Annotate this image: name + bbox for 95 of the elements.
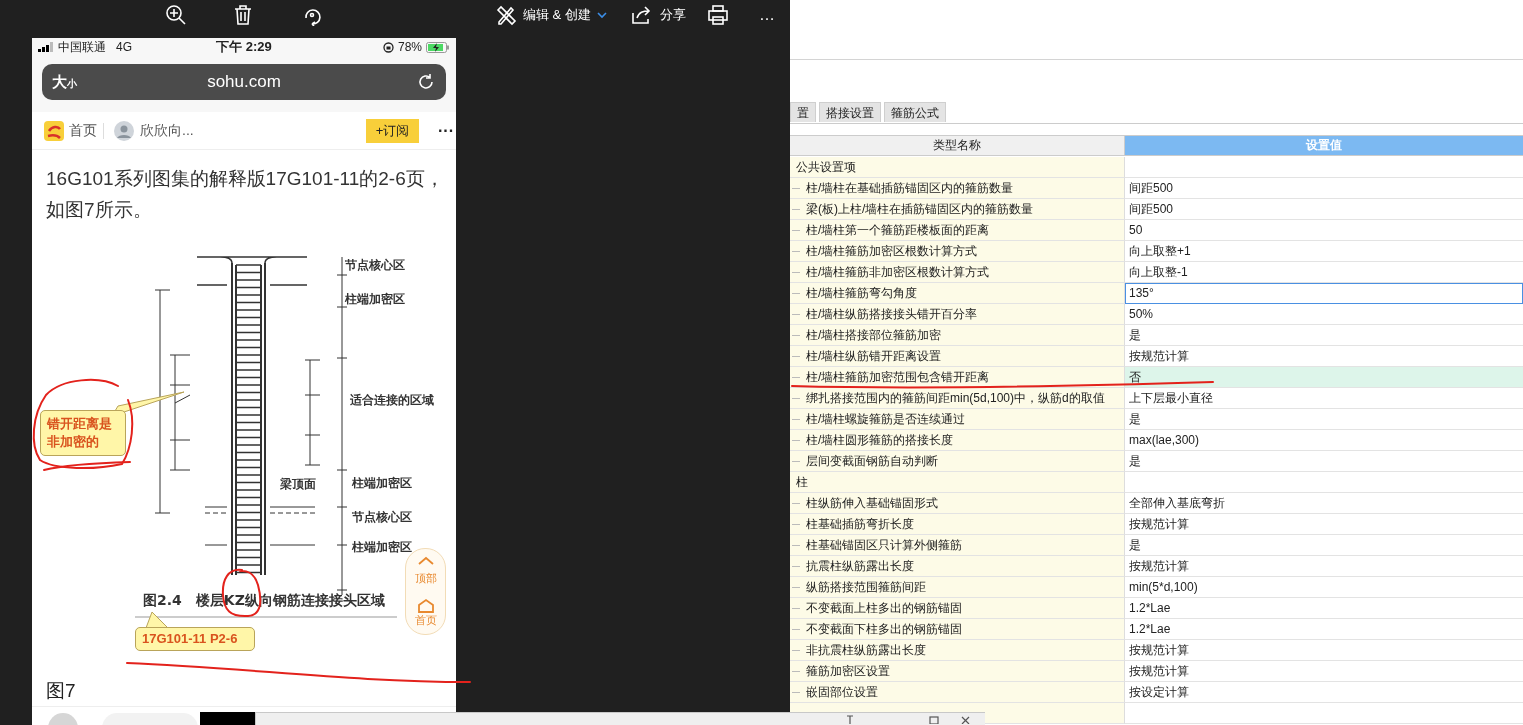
table-cell: 梁(板)上柱/墙柱在插筋锚固区内的箍筋数量 bbox=[790, 199, 1125, 220]
orientation-lock-icon bbox=[382, 41, 394, 53]
table-cell: 不变截面上柱多出的钢筋锚固 bbox=[790, 598, 1125, 619]
figure-label: 柱端加密区 bbox=[352, 475, 412, 492]
battery-percent: 78% bbox=[397, 40, 422, 54]
figure-label: 梁顶面 bbox=[280, 476, 316, 493]
occluding-panel bbox=[200, 712, 255, 725]
table-cell[interactable]: 向上取整+1 bbox=[1125, 241, 1523, 262]
table-cell[interactable]: 是 bbox=[1125, 451, 1523, 472]
table-cell: 柱/墙柱箍筋弯勾角度 bbox=[790, 283, 1125, 304]
table-cell: 柱/墙柱纵筋搭接接头错开百分率 bbox=[790, 304, 1125, 325]
author-name[interactable]: 欣欣向... bbox=[140, 121, 194, 140]
figure-label: 适合连接的区域 bbox=[350, 392, 434, 409]
table-cell[interactable]: 135° bbox=[1125, 283, 1523, 304]
tab[interactable]: 搭接设置 bbox=[819, 102, 881, 122]
maximize-icon[interactable] bbox=[929, 714, 939, 724]
table-cell[interactable]: 是 bbox=[1125, 535, 1523, 556]
table-cell[interactable]: min(5*d,100) bbox=[1125, 577, 1523, 598]
reload-icon[interactable] bbox=[416, 72, 436, 92]
table-cell[interactable]: 是 bbox=[1125, 325, 1523, 346]
table-cell: 柱/墙柱箍筋加密区根数计算方式 bbox=[790, 241, 1125, 262]
signal-icon bbox=[38, 42, 54, 52]
network-type: 4G bbox=[116, 40, 132, 54]
table-cell[interactable]: 按规范计算 bbox=[1125, 661, 1523, 682]
table-cell: 嵌固部位设置 bbox=[790, 682, 1125, 703]
callout-bubble: 错开距离是非加密的 bbox=[40, 410, 126, 456]
home-link[interactable]: 首页 bbox=[69, 121, 97, 140]
tab[interactable]: 置 bbox=[790, 102, 816, 122]
logo-icon[interactable] bbox=[44, 120, 64, 141]
text-size-button[interactable]: 大小 bbox=[52, 72, 77, 92]
clock-time: 下午 2:29 bbox=[216, 38, 272, 56]
table-cell: 柱/墙柱箍筋非加密区根数计算方式 bbox=[790, 262, 1125, 283]
pencil-ruler-icon bbox=[495, 4, 517, 26]
table-cell: 柱基础锚固区只计算外侧箍筋 bbox=[790, 535, 1125, 556]
avatar-icon[interactable] bbox=[114, 120, 134, 141]
close-icon[interactable] bbox=[961, 714, 971, 724]
table-cell[interactable]: 按规范计算 bbox=[1125, 556, 1523, 577]
table-cell: 柱/墙柱纵筋错开距离设置 bbox=[790, 346, 1125, 367]
table-cell: 柱/墙柱第一个箍筋距楼板面的距离 bbox=[790, 220, 1125, 241]
subscribe-button[interactable]: +订阅 bbox=[366, 118, 419, 143]
table-cell: 柱基础插筋弯折长度 bbox=[790, 514, 1125, 535]
table-cell: 柱/墙柱搭接部位箍筋加密 bbox=[790, 325, 1125, 346]
table-cell[interactable]: 上下层最小直径 bbox=[1125, 388, 1523, 409]
table-cell: 纵筋搭接范围箍筋间距 bbox=[790, 577, 1125, 598]
group-header[interactable]: 柱 bbox=[790, 472, 1125, 493]
column-header: 设置值 bbox=[1125, 136, 1523, 156]
table-cell: 层间变截面钢筋自动判断 bbox=[790, 451, 1125, 472]
table-cell: 柱/墙柱在基础插筋锚固区内的箍筋数量 bbox=[790, 178, 1125, 199]
article-paragraph: 16G101系列图集的解释版17G101-11的2-6页，如图7所示。 bbox=[46, 167, 444, 222]
table-cell: 柱/墙柱螺旋箍筋是否连续通过 bbox=[790, 409, 1125, 430]
table-cell: 柱/墙柱箍筋加密范围包含错开距离 bbox=[790, 367, 1125, 388]
table-cell[interactable]: max(lae,300) bbox=[1125, 430, 1523, 451]
table-cell: 箍筋加密区设置 bbox=[790, 661, 1125, 682]
pin-icon[interactable] bbox=[845, 714, 855, 724]
share-icon bbox=[629, 5, 652, 25]
figure-label: 节点核心区 bbox=[345, 257, 405, 274]
table-cell[interactable]: 50% bbox=[1125, 304, 1523, 325]
table-cell[interactable]: 按规范计算 bbox=[1125, 640, 1523, 661]
tab[interactable]: 箍筋公式 bbox=[884, 102, 946, 122]
figure-title: 图7 bbox=[46, 680, 76, 702]
trash-icon[interactable] bbox=[233, 4, 253, 26]
house-icon bbox=[415, 597, 436, 614]
zoom-in-icon[interactable] bbox=[165, 4, 187, 26]
table-cell: 抗震柱纵筋露出长度 bbox=[790, 556, 1125, 577]
table-cell[interactable]: 全部伸入基底弯折 bbox=[1125, 493, 1523, 514]
caret-icon bbox=[596, 11, 607, 19]
print-icon[interactable] bbox=[706, 4, 729, 26]
battery-icon bbox=[426, 41, 450, 53]
figure-label: 柱端加密区 bbox=[352, 539, 412, 556]
carrier-name: 中国联通 bbox=[58, 38, 106, 56]
figure-label: 柱端加密区 bbox=[345, 291, 405, 308]
table-cell: 绑扎搭接范围内的箍筋间距min(5d,100)中，纵筋d的取值 bbox=[790, 388, 1125, 409]
more-button[interactable]: … bbox=[758, 6, 775, 24]
table-cell[interactable]: 按设定计算 bbox=[1125, 682, 1523, 703]
column-header: 类型名称 bbox=[790, 136, 1125, 156]
table-cell: 柱/墙柱圆形箍筋的搭接长度 bbox=[790, 430, 1125, 451]
table-cell[interactable]: 否 bbox=[1125, 367, 1523, 388]
group-header[interactable]: 公共设置项 bbox=[790, 157, 1125, 178]
url-text: sohu.com bbox=[207, 72, 281, 91]
share-button[interactable]: 分享 bbox=[629, 5, 686, 25]
edit-create-button[interactable]: 编辑 & 创建 bbox=[495, 4, 607, 26]
table-cell: 非抗震柱纵筋露出长度 bbox=[790, 640, 1125, 661]
table-cell[interactable]: 间距500 bbox=[1125, 199, 1523, 220]
table-cell[interactable]: 1.2*Lae bbox=[1125, 598, 1523, 619]
more-button[interactable]: ··· bbox=[438, 121, 456, 140]
table-cell[interactable]: 50 bbox=[1125, 220, 1523, 241]
table-cell[interactable]: 向上取整-1 bbox=[1125, 262, 1523, 283]
table-cell[interactable]: 是 bbox=[1125, 409, 1523, 430]
table-cell: 不变截面下柱多出的钢筋锚固 bbox=[790, 619, 1125, 640]
table-cell[interactable]: 按规范计算 bbox=[1125, 514, 1523, 535]
table-cell: 柱纵筋伸入基础锚固形式 bbox=[790, 493, 1125, 514]
address-bar[interactable]: 大小 sohu.com bbox=[42, 64, 446, 100]
table-cell[interactable]: 间距500 bbox=[1125, 178, 1523, 199]
table-cell[interactable]: 1.2*Lae bbox=[1125, 619, 1523, 640]
figure-label: 节点核心区 bbox=[352, 509, 412, 526]
